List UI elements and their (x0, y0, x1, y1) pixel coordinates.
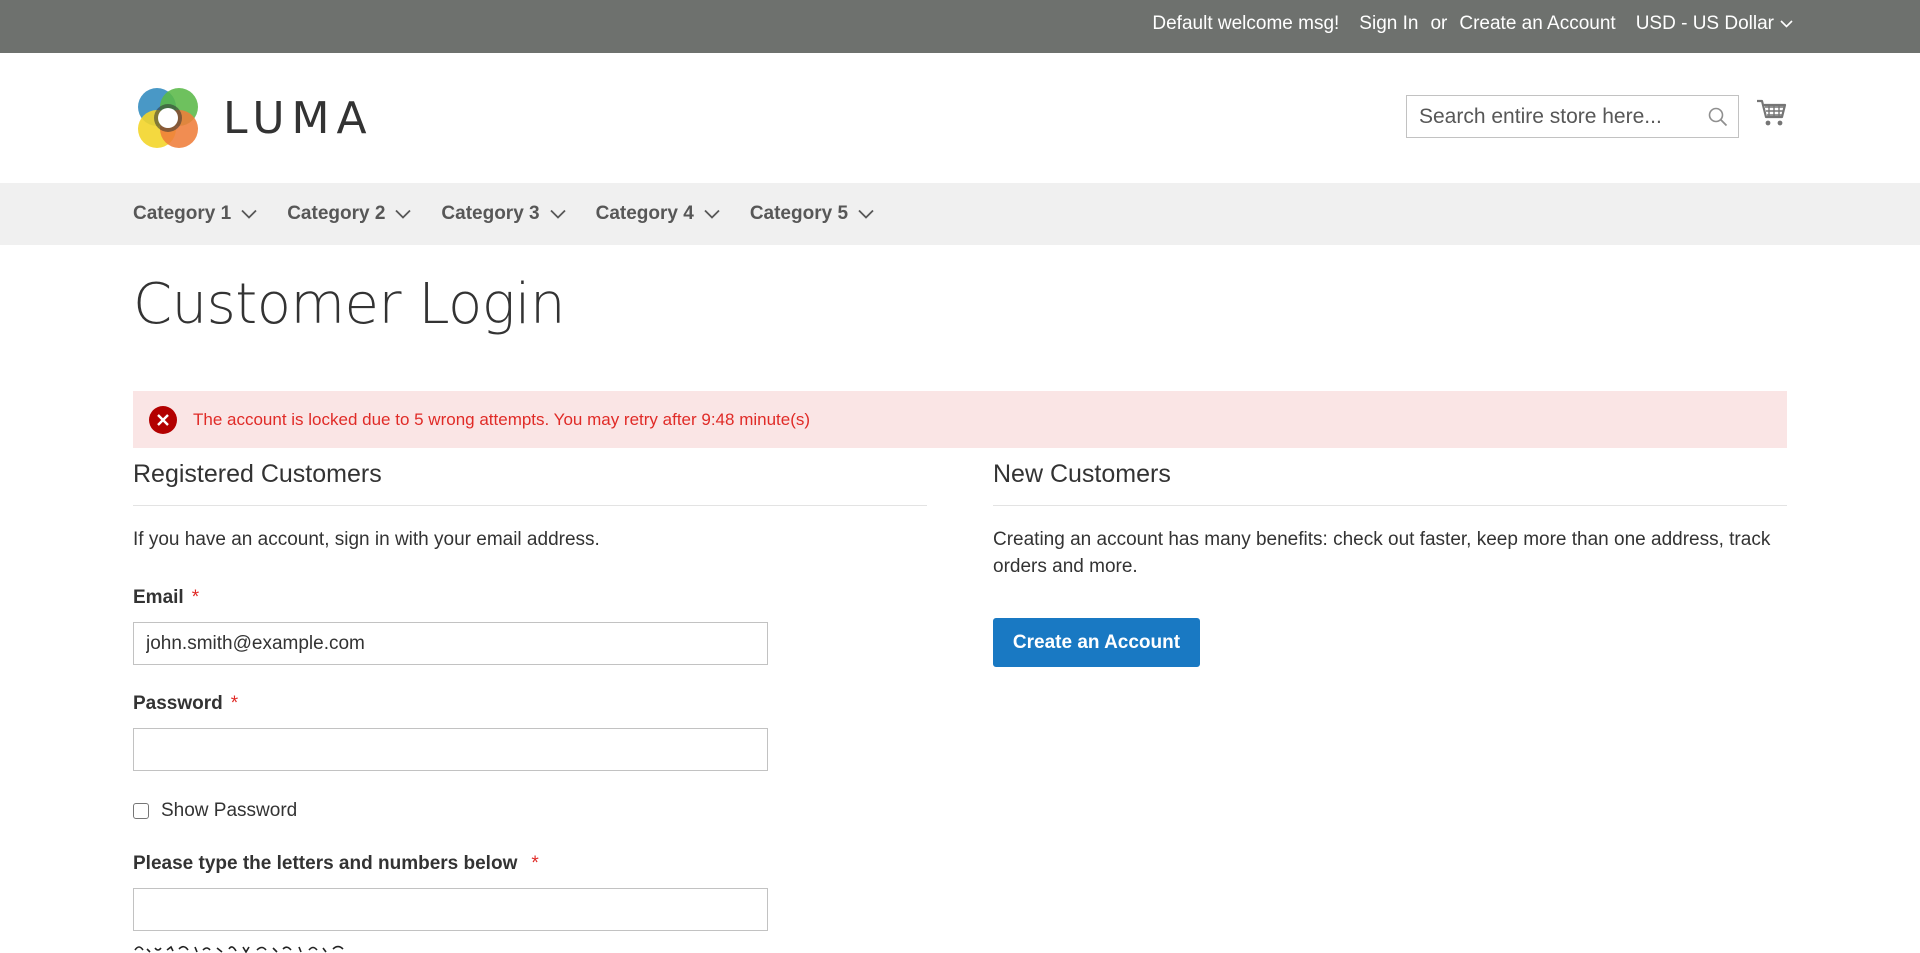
welcome-message: Default welcome msg! (1152, 13, 1340, 34)
search-icon[interactable] (1698, 107, 1738, 127)
required-mark: * (191, 587, 200, 608)
chevron-down-icon (549, 209, 566, 219)
password-label-text: Password (133, 693, 223, 714)
password-input[interactable] (134, 729, 767, 770)
chevron-down-icon (1780, 20, 1793, 28)
cart-icon[interactable] (1756, 97, 1788, 129)
create-account-button[interactable]: Create an Account (993, 618, 1200, 667)
or-text: or (1430, 13, 1448, 34)
password-field[interactable] (133, 728, 768, 771)
password-label: Password * (133, 693, 238, 715)
currency-switcher[interactable]: USD - US Dollar (1636, 13, 1793, 35)
luma-logo-icon (138, 88, 198, 148)
nav-item-label: Category 2 (287, 203, 386, 224)
nav-item-label: Category 1 (133, 203, 232, 224)
email-label: Email * (133, 587, 199, 609)
show-password-checkbox[interactable] (133, 803, 149, 819)
error-icon (149, 405, 177, 434)
nav-item-category-2[interactable]: Category 2 (287, 203, 412, 225)
new-customers-title: New Customers (993, 460, 1787, 506)
create-account-link[interactable]: Create an Account (1459, 13, 1615, 35)
new-customers-intro: Creating an account has many benefits: c… (993, 529, 1771, 577)
logo-text: LUMA (223, 92, 374, 144)
chevron-down-icon (858, 209, 874, 219)
nav-item-category-5[interactable]: Category 5 (750, 203, 874, 225)
new-customers-block: New Customers Creating an account has ma… (993, 460, 1787, 580)
show-password-label[interactable]: Show Password (161, 800, 297, 822)
email-label-text: Email (133, 587, 184, 608)
nav-item-category-4[interactable]: Category 4 (596, 203, 720, 225)
registered-customers-title: Registered Customers (133, 460, 927, 506)
chevron-down-icon (704, 209, 720, 219)
captcha-label: Please type the letters and numbers belo… (133, 853, 539, 875)
captcha-label-text: Please type the letters and numbers belo… (133, 853, 518, 874)
error-message: The account is locked due to 5 wrong att… (133, 391, 1787, 448)
page-title: Customer Login (133, 272, 565, 337)
required-mark: * (230, 693, 239, 714)
top-links: Default welcome msg! Sign In or Create a… (1132, 0, 1793, 48)
logo[interactable]: LUMA (133, 83, 374, 153)
show-password-row: Show Password (133, 800, 297, 822)
registered-customers-block: Registered Customers If you have an acco… (133, 460, 927, 553)
email-field[interactable] (133, 622, 768, 665)
nav-item-label: Category 3 (441, 203, 540, 224)
currency-label: USD - US Dollar (1635, 13, 1774, 34)
error-message-text: The account is locked due to 5 wrong att… (193, 409, 811, 429)
nav-item-category-1[interactable]: Category 1 (133, 203, 257, 225)
email-input[interactable] (134, 623, 767, 664)
nav-item-label: Category 4 (595, 203, 694, 224)
nav-item-label: Category 5 (749, 203, 849, 224)
search-field[interactable] (1406, 95, 1739, 138)
top-panel: Default welcome msg! Sign In or Create a… (0, 0, 1920, 53)
captcha-field[interactable] (133, 888, 768, 931)
captcha-input[interactable] (134, 889, 767, 930)
chevron-down-icon (395, 209, 412, 219)
category-navigation: Category 1 Category 2 Category 3 Categor… (0, 183, 1920, 245)
sign-in-link[interactable]: Sign In (1359, 13, 1418, 35)
required-mark: * (531, 853, 539, 874)
nav-item-category-3[interactable]: Category 3 (441, 203, 566, 225)
search-input[interactable] (1407, 96, 1698, 137)
chevron-down-icon (241, 209, 257, 219)
registered-customers-intro: If you have an account, sign in with you… (133, 529, 600, 550)
captcha-image (134, 945, 344, 953)
header: LUMA (0, 53, 1920, 183)
